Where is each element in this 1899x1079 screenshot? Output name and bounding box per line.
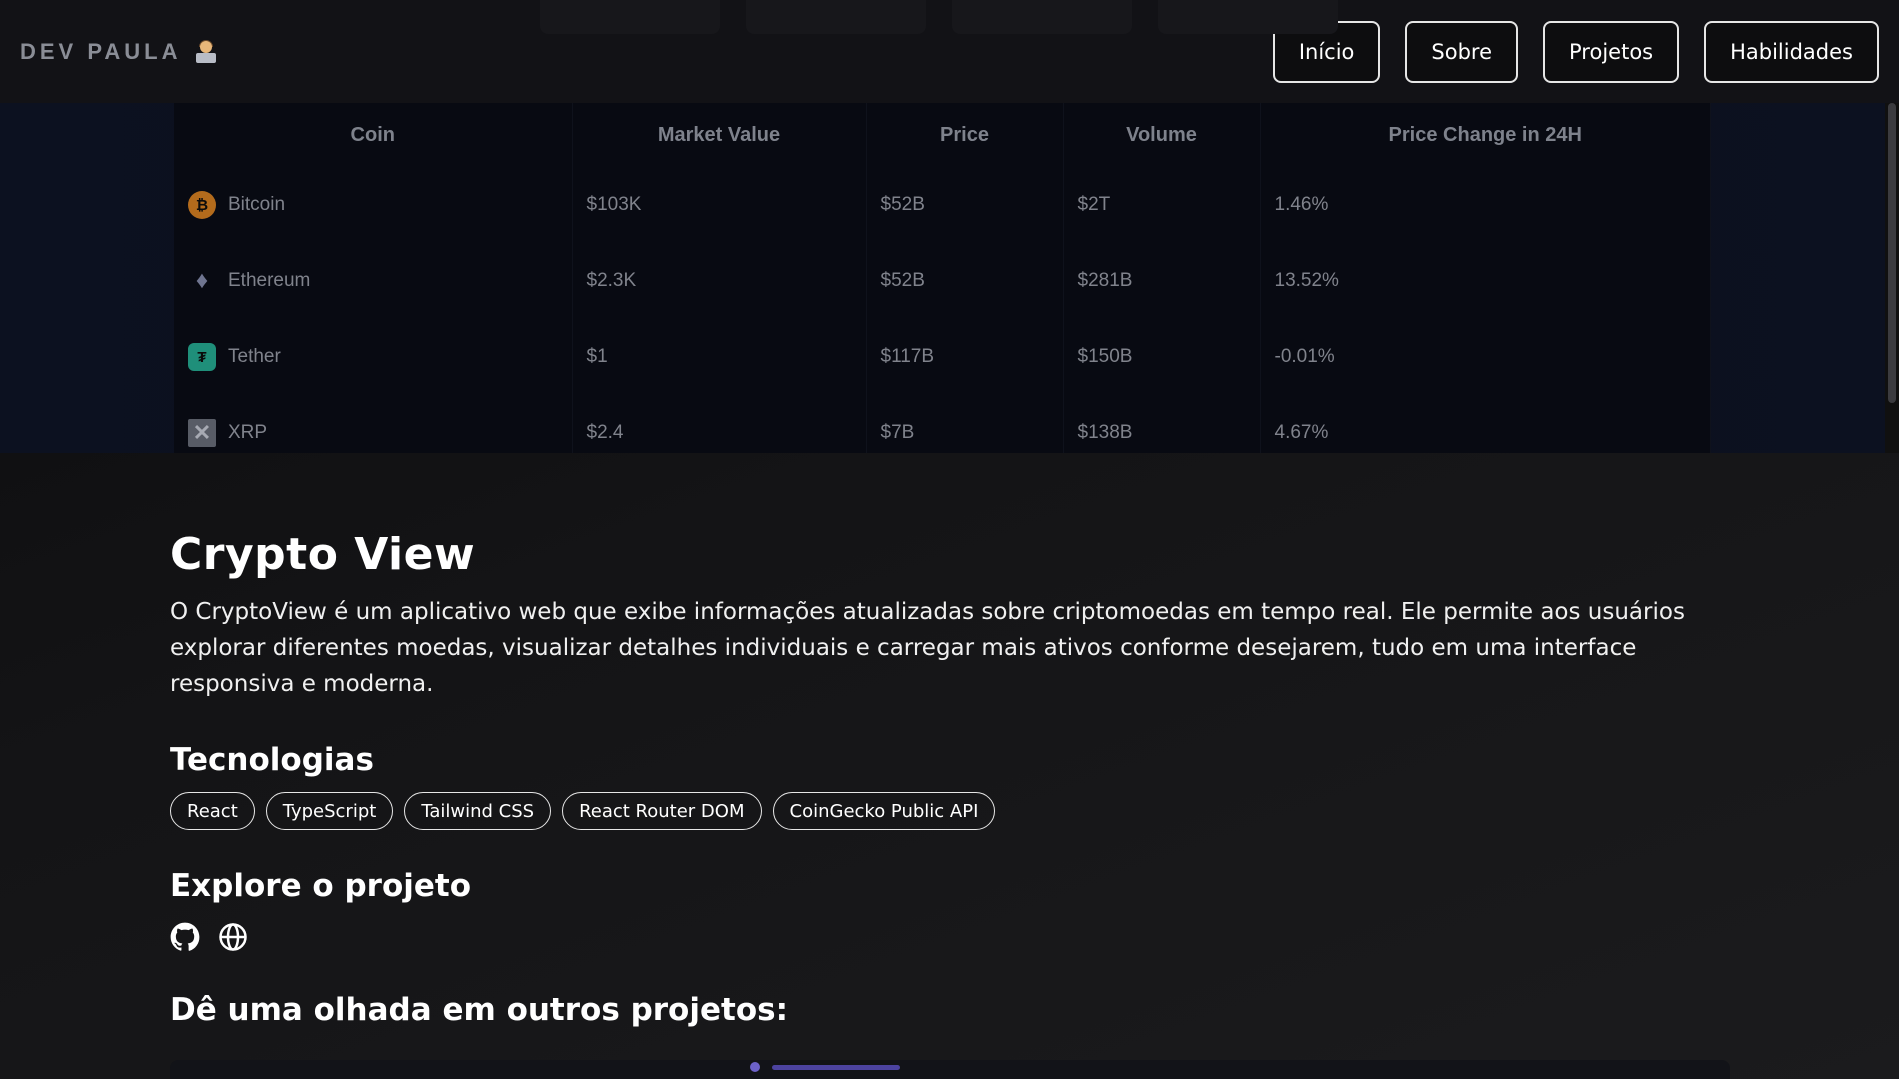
tech-chip-react: React <box>170 792 255 830</box>
change-cell: 1.46% <box>1260 167 1711 243</box>
coin-name: Bitcoin <box>228 194 286 215</box>
project-details: Crypto View O CryptoView é um aplicativo… <box>170 453 1730 1028</box>
market-value-cell: $1 <box>572 319 867 395</box>
tether-icon: ₮ <box>188 343 216 371</box>
market-value-cell: $103K <box>572 167 867 243</box>
price-cell: $52B <box>866 243 1064 319</box>
preview-scrollbar-thumb[interactable] <box>1888 103 1896 403</box>
volume-cell: $150B <box>1063 319 1261 395</box>
market-value-cell: $2.3K <box>572 243 867 319</box>
table-row: ✕ XRP $2.4 $7B $138B 4.67% <box>174 395 1711 453</box>
col-market-value: Market Value <box>572 103 867 167</box>
price-cell: $52B <box>866 167 1064 243</box>
change-cell: 4.67% <box>1260 395 1711 453</box>
carousel-active-indicator[interactable] <box>772 1065 900 1070</box>
project-description: O CryptoView é um aplicativo web que exi… <box>170 599 1685 697</box>
github-icon[interactable] <box>170 922 200 952</box>
table-row: ₿ Bitcoin $103K $52B $2T 1.46% <box>174 167 1711 243</box>
tech-chip-tailwind: Tailwind CSS <box>404 792 552 830</box>
other-projects-heading: Dê uma olhada em outros projetos: <box>170 992 788 1028</box>
crypto-table: Coin Market Value Price Volume Price Cha… <box>174 103 1711 453</box>
page: DEV PAULA Início Sobre Projetos Habilida… <box>0 0 1899 1079</box>
nav-projetos-button[interactable]: Projetos <box>1543 20 1680 83</box>
volume-cell: $281B <box>1063 243 1261 319</box>
change-cell: 13.52% <box>1260 243 1711 319</box>
tech-chip-typescript: TypeScript <box>265 792 394 830</box>
col-price: Price <box>866 103 1064 167</box>
col-price-change: Price Change in 24H <box>1260 103 1711 167</box>
col-coin: Coin <box>174 103 573 167</box>
main-nav: Início Sobre Projetos Habilidades <box>1272 20 1879 83</box>
volume-cell: $138B <box>1063 395 1261 453</box>
table-header-row: Coin Market Value Price Volume Price Cha… <box>174 103 1711 167</box>
carousel-dot[interactable] <box>750 1062 760 1072</box>
globe-icon[interactable] <box>218 922 248 952</box>
project-links <box>170 922 1730 952</box>
crypto-table-preview: Coin Market Value Price Volume Price Cha… <box>174 103 1711 453</box>
coin-name: Tether <box>228 346 281 367</box>
coin-cell: ♦ Ethereum <box>174 243 573 319</box>
xrp-icon: ✕ <box>188 419 216 447</box>
coin-cell: ₿ Bitcoin <box>174 167 573 243</box>
tech-chip-react-router: React Router DOM <box>562 792 762 830</box>
brand-name: DEV PAULA <box>20 38 182 64</box>
price-cell: $7B <box>866 395 1064 453</box>
nav-sobre-button[interactable]: Sobre <box>1405 20 1519 83</box>
header-background-tabs <box>540 0 1338 34</box>
table-row: ₮ Tether $1 $117B $150B -0.01% <box>174 319 1711 395</box>
coin-name: Ethereum <box>228 270 311 291</box>
market-value-cell: $2.4 <box>572 395 867 453</box>
tech-chip-coingecko: CoinGecko Public API <box>772 792 996 830</box>
developer-emoji-icon <box>194 39 218 64</box>
ethereum-icon: ♦ <box>195 267 209 294</box>
tech-heading: Tecnologias <box>170 742 374 778</box>
change-cell: -0.01% <box>1260 319 1711 395</box>
nav-habilidades-button[interactable]: Habilidades <box>1704 20 1879 83</box>
volume-cell: $2T <box>1063 167 1261 243</box>
other-projects-carousel <box>170 1060 1730 1079</box>
coin-cell: ✕ XRP <box>174 395 573 453</box>
tech-list: React TypeScript Tailwind CSS React Rout… <box>170 792 1730 830</box>
brand-logo[interactable]: DEV PAULA <box>20 39 218 65</box>
project-preview-image: Coin Market Value Price Volume Price Cha… <box>0 103 1899 453</box>
site-header: DEV PAULA Início Sobre Projetos Habilida… <box>0 0 1899 103</box>
col-volume: Volume <box>1063 103 1261 167</box>
table-row: ♦ Ethereum $2.3K $52B $281B 13.52% <box>174 243 1711 319</box>
price-cell: $117B <box>866 319 1064 395</box>
bitcoin-icon: ₿ <box>188 191 216 219</box>
coin-cell: ₮ Tether <box>174 319 573 395</box>
explore-heading: Explore o projeto <box>170 868 472 904</box>
project-title: Crypto View <box>170 529 476 580</box>
coin-name: XRP <box>228 422 268 443</box>
